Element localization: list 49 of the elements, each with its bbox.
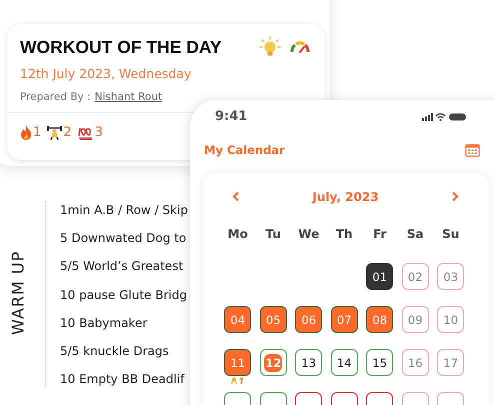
calendar-day[interactable]: 05 (260, 306, 287, 333)
calendar-day[interactable]: 01 (366, 263, 394, 290)
calendar-day[interactable]: 04 (224, 306, 252, 333)
weightlifter-icon (47, 125, 62, 140)
weekday-label: We (297, 226, 320, 242)
weekday-label: Sa (406, 226, 425, 242)
weekday-label: Fr (372, 226, 388, 242)
reaction-count: 3 (94, 125, 103, 140)
hundred-points-icon (78, 126, 94, 140)
exercise-item: 5/5 knuckle Drags (60, 342, 170, 360)
prepared-by-label: Prepared By : (20, 91, 91, 103)
reaction-count: 2 (63, 125, 72, 140)
calendar-day[interactable]: 14 (330, 349, 358, 376)
workout-title: WORKOUT OF THE DAY (20, 36, 223, 58)
calendar-day[interactable]: 03 (437, 263, 464, 290)
gauge-icon (289, 39, 311, 55)
fire-icon (20, 125, 32, 140)
calendar-day[interactable]: 12 (260, 349, 287, 376)
status-time: 9:41 (215, 109, 248, 124)
exercise-item: 10 Empty BB Deadlif (60, 371, 186, 388)
calendar-day[interactable]: 16 (402, 349, 429, 376)
screen-title: My Calendar (204, 143, 285, 157)
weekday-label: Th (334, 226, 354, 242)
calendar-day[interactable]: 10 (437, 306, 464, 333)
exercise-item: 5/5 World’s Greatest (60, 258, 184, 276)
weekday-label: Mo (226, 226, 249, 242)
calendar-day[interactable]: 15 (366, 349, 394, 376)
calendar-icon[interactable] (465, 143, 480, 157)
exercise-item: 10 Babymaker (60, 314, 148, 332)
calendar-day[interactable]: 06 (295, 306, 322, 333)
calendar-day[interactable]: 02 (402, 263, 429, 290)
workout-date: 12th July 2023, Wednesday (20, 66, 192, 81)
exercise-item: 10 pause Glute Bridg (60, 286, 188, 304)
weekday-label: Su (441, 226, 460, 242)
section-heading: WARM UP (8, 250, 28, 338)
calendar-day[interactable]: 13 (295, 349, 322, 376)
author-link[interactable]: Nishant Rout (94, 91, 162, 103)
calendar-day[interactable]: 07 (330, 306, 358, 333)
light-bulb-icon (259, 36, 281, 58)
reaction-count: 1 (33, 125, 42, 140)
status-icons (422, 112, 468, 122)
calendar-day[interactable]: 08 (366, 306, 394, 333)
exercise-item: 1min A.B / Row / Skip (60, 202, 188, 219)
weekday-label: Tu (264, 226, 282, 242)
calendar-day[interactable]: 17 (437, 349, 464, 376)
month-title: July, 2023 (312, 190, 379, 204)
exercise-item: 5 Downwated Dog to (60, 230, 188, 248)
calendar-day[interactable]: 11 (224, 349, 252, 376)
calendar-day[interactable]: 09 (402, 306, 429, 333)
